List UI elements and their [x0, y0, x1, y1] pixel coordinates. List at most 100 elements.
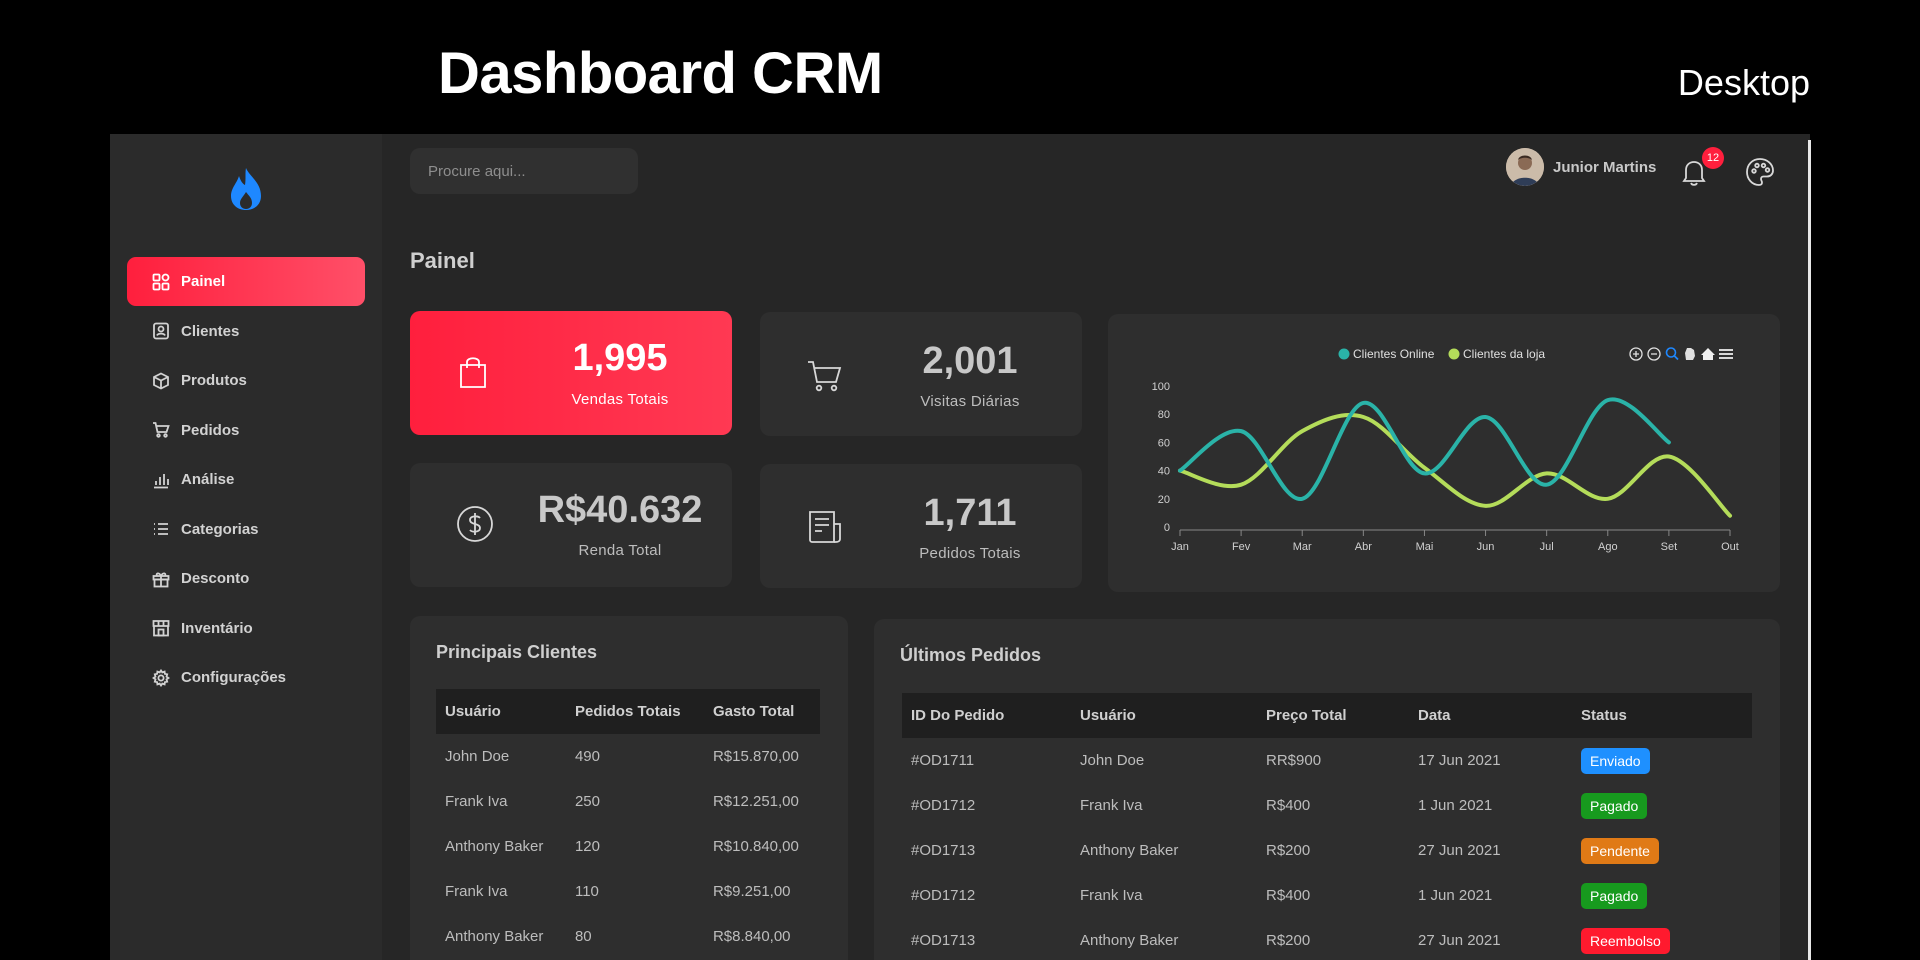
sidebar-item-painel[interactable]: Painel — [127, 257, 365, 306]
contact-icon — [151, 321, 171, 341]
table-cell: Anthony Baker — [1080, 842, 1179, 859]
status-badge: Reembolso — [1581, 927, 1670, 954]
stat-value: 1,995 — [572, 337, 668, 379]
canvas: Dashboard CRM Desktop Painel Clientes Pr… — [0, 0, 1920, 960]
table-cell: R$10.840,00 — [712, 838, 799, 855]
table-row[interactable]: Frank Iva 110 R$9.251,00 — [436, 869, 820, 914]
sidebar-item-produtos[interactable]: Produtos — [127, 356, 365, 405]
table-cell: Frank Iva — [445, 883, 508, 900]
table-cell: #OD1712 — [911, 887, 976, 904]
table-row[interactable]: #OD1712 Frank Iva R$400 1 Jun 2021 Pagado — [902, 873, 1752, 918]
table-cell: John Doe — [445, 748, 510, 765]
table-row[interactable]: Frank Iva 250 R$12.251,00 — [436, 779, 820, 824]
column-header[interactable]: Data — [1409, 693, 1572, 738]
table-cell: #OD1713 — [911, 842, 976, 859]
table-row[interactable]: Anthony Baker 120 R$10.840,00 — [436, 824, 820, 869]
cart-icon — [151, 420, 171, 440]
search-input[interactable] — [428, 162, 627, 180]
table-row[interactable]: #OD1712 Frank Iva R$400 1 Jun 2021 Pagado — [902, 783, 1752, 828]
stat-card-pedidos[interactable]: 1,711 Pedidos Totais — [760, 464, 1082, 588]
pan-hand-icon[interactable] — [1685, 348, 1695, 360]
column-header[interactable]: Usuário — [1071, 693, 1257, 738]
table-cell: RR$900 — [1266, 752, 1322, 769]
table-row[interactable]: John Doe 490 R$15.870,00 — [436, 734, 820, 779]
legend-label[interactable]: Clientes da loja — [1463, 347, 1545, 361]
table-cell: R$8.840,00 — [712, 928, 791, 945]
palette-icon[interactable] — [1744, 156, 1778, 190]
magnify-icon[interactable] — [1673, 354, 1679, 361]
sidebar-item-desconto[interactable]: Desconto — [127, 554, 365, 603]
top-customers-card: Principais Clientes Usuário Pedidos Tota… — [410, 616, 848, 960]
table-cell: #OD1713 — [911, 932, 976, 949]
section-title: Últimos Pedidos — [900, 645, 1042, 665]
series-line-1[interactable] — [1178, 397, 1671, 501]
grid-icon — [151, 272, 171, 292]
sidebar-item-label: Configurações — [181, 669, 287, 686]
x-tick-label: Ago — [1598, 541, 1618, 553]
table-cell: R$400 — [1266, 887, 1311, 904]
sidebar-item-categorias[interactable]: Categorias — [127, 505, 365, 554]
series-line-2[interactable] — [1178, 413, 1732, 518]
x-tick-label: Mai — [1416, 541, 1434, 553]
avatar[interactable] — [1506, 148, 1544, 186]
column-header[interactable]: Preço Total — [1257, 693, 1409, 738]
bar-chart-icon — [151, 470, 171, 490]
table-cell: 110 — [574, 883, 599, 900]
store-icon — [151, 618, 171, 638]
stat-value: 2,001 — [922, 340, 1018, 382]
column-header[interactable]: ID Do Pedido — [902, 693, 1071, 738]
sidebar-item-clientes[interactable]: Clientes — [127, 307, 365, 356]
stat-value: R$40.632 — [537, 489, 703, 531]
gift-icon — [151, 569, 171, 589]
receipt-icon — [802, 504, 848, 550]
column-header[interactable]: Gasto Total — [704, 689, 820, 734]
zoom-in-icon[interactable] — [1633, 351, 1639, 357]
status-badge: Pagado — [1581, 882, 1648, 909]
top-customers-table: Usuário Pedidos Totais Gasto Total John … — [436, 689, 820, 959]
table-cell: R$200 — [1266, 842, 1311, 859]
stat-value: 1,711 — [923, 492, 1017, 534]
legend-marker — [1338, 348, 1350, 360]
x-tick-label: Mar — [1293, 541, 1312, 553]
sidebar-item-analise[interactable]: Análise — [127, 455, 365, 504]
sidebar-item-pedidos[interactable]: Pedidos — [127, 406, 365, 455]
stat-card-vendas[interactable]: 1,995 Vendas Totais — [410, 311, 732, 435]
column-header[interactable]: Pedidos Totais — [566, 689, 704, 734]
sidebar-item-label: Produtos — [181, 372, 247, 389]
stat-card-renda[interactable]: R$40.632 Renda Total — [410, 463, 732, 587]
sidebar: Painel Clientes Produtos Pedidos Análise — [110, 134, 382, 960]
table-cell: Pagado — [1572, 873, 1752, 918]
y-tick-label: 80 — [1158, 409, 1170, 421]
x-tick-label: Jun — [1477, 541, 1495, 553]
user-profile[interactable]: Junior Martins — [1506, 148, 1656, 186]
sidebar-item-label: Análise — [181, 471, 235, 488]
sidebar-item-inventario[interactable]: Inventário — [127, 604, 365, 653]
column-header[interactable]: Status — [1572, 693, 1752, 738]
table-row[interactable]: #OD1713 Anthony Baker R$200 27 Jun 2021 Pend… — [902, 828, 1752, 873]
table-row[interactable]: #OD1713 Anthony Baker R$200 27 Jun 2021 Reem… — [902, 918, 1752, 960]
table-cell: 1 Jun 2021 — [1418, 797, 1493, 814]
table-cell: Pagado — [1572, 783, 1752, 828]
home-icon[interactable] — [1701, 348, 1715, 360]
table-cell: 27 Jun 2021 — [1418, 842, 1501, 859]
latest-orders-table: ID Do Pedido Usuário Preço Total Data St… — [902, 693, 1752, 960]
stat-card-visitas[interactable]: 2,001 Visitas Diárias — [760, 312, 1082, 436]
sidebar-nav: Painel Clientes Produtos Pedidos Análise — [127, 257, 365, 703]
sidebar-item-configuracoes[interactable]: Configurações — [127, 653, 365, 702]
table-cell: R$15.870,00 — [712, 748, 799, 765]
sidebar-item-label: Desconto — [181, 570, 250, 587]
table-cell: 80 — [574, 928, 592, 945]
table-row[interactable]: Anthony Baker 80 R$8.840,00 — [436, 914, 820, 959]
shopping-bag-icon — [450, 349, 496, 395]
legend-label[interactable]: Clientes Online — [1353, 347, 1435, 361]
line-chart: 0 20 40 60 80 100 Jan Fev Mar Abr Mai Jun Jul Ago Set O… — [1152, 347, 1739, 553]
menu-icon[interactable] — [1719, 349, 1733, 359]
flame-logo-icon[interactable] — [225, 166, 267, 212]
search-box — [410, 148, 638, 194]
dollar-icon — [452, 501, 498, 547]
sidebar-item-label: Painel — [181, 273, 226, 290]
table-cell: Enviado — [1572, 738, 1752, 783]
table-row[interactable]: #OD1711 John Doe RR$900 17 Jun 2021 Enviado — [902, 738, 1752, 783]
table-cell: 490 — [574, 748, 600, 765]
column-header[interactable]: Usuário — [436, 689, 566, 734]
